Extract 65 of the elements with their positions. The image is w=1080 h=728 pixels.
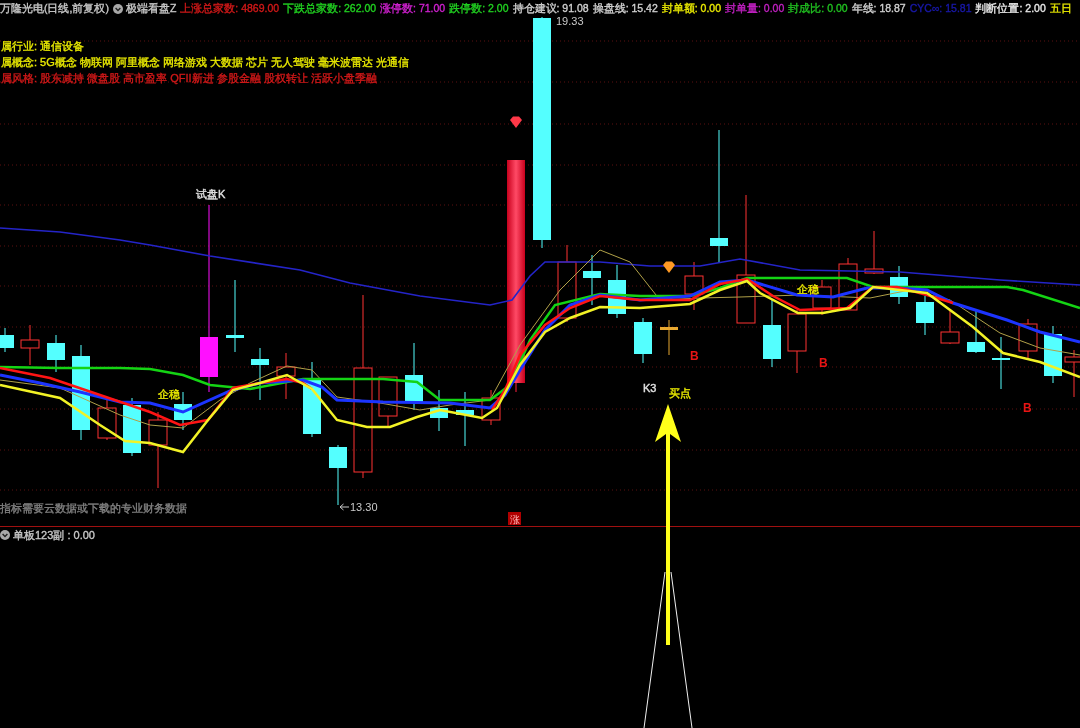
- candlestick: [378, 376, 398, 428]
- candlestick: [0, 327, 14, 353]
- candlestick: [940, 309, 960, 345]
- info-line: 属概念: 5G概念 物联网 阿里概念 网络游戏 大数据 芯片 无人驾驶 毫米波雷达 光通信: [1, 55, 410, 70]
- candlestick: [608, 264, 626, 319]
- candlestick: [1044, 325, 1062, 384]
- candlestick: [481, 389, 501, 426]
- candlestick: [967, 309, 985, 354]
- signal-letter: B: [690, 349, 699, 363]
- stat-reading: 下跌总家数: 262.00: [283, 3, 377, 14]
- candlestick: [276, 352, 296, 400]
- diamond-icon: [510, 116, 522, 128]
- info-line: 属风格: 股东减持 微盘股 高市盈率 QFII新进 参股金融 股权转让 活跃小盘季融: [1, 71, 377, 86]
- candlestick: [47, 334, 65, 373]
- candlestick: [456, 391, 474, 447]
- indicator-name: 极端看盘Z: [125, 3, 177, 14]
- candlestick: [1064, 349, 1080, 398]
- stat-reading: 五日: [1049, 3, 1072, 14]
- diamond-icon: [663, 261, 675, 273]
- chevron-down-icon[interactable]: [0, 530, 10, 540]
- candlestick: [992, 336, 1010, 390]
- chart-label: K3: [643, 382, 657, 394]
- price-label: 13.30: [350, 501, 378, 513]
- candlestick: [838, 257, 858, 311]
- stat-reading: 封单量: 0.00: [725, 3, 785, 14]
- indicator-reading: 单板123副 : 0.00: [13, 529, 95, 541]
- candlestick: [405, 342, 423, 411]
- chart-label: 企稳: [158, 388, 180, 400]
- candlestick: [1018, 318, 1038, 359]
- chart-label: 试盘K: [196, 188, 226, 200]
- left-arrow-icon: [339, 503, 350, 511]
- signal-letter: B: [819, 356, 828, 370]
- stat-reading: 操盘线: 15.42: [592, 3, 658, 14]
- data-notice: 指标需要云数据或下载的专业财务数据: [0, 501, 187, 515]
- stat-reading: 持仓建议: 91.08: [512, 3, 589, 14]
- candlestick: [251, 347, 269, 401]
- candlestick: [787, 309, 807, 374]
- candlestick: [684, 261, 704, 311]
- candlestick: [583, 254, 601, 306]
- stat-reading: CYC∞: 15.81: [909, 3, 972, 14]
- signal-letter: B: [1023, 401, 1032, 415]
- candlestick: [430, 389, 448, 432]
- chart-label: 买点: [669, 387, 691, 399]
- candlestick: [329, 444, 347, 506]
- candlestick: [634, 317, 652, 364]
- candlestick: [916, 295, 934, 336]
- stat-reading: 判断位置: 2.00: [975, 3, 1046, 14]
- stat-reading: 跌停数: 2.00: [449, 3, 509, 14]
- chevron-down-icon[interactable]: [112, 3, 123, 14]
- candlestick: [864, 230, 884, 275]
- stat-reading: 年线: 18.87: [851, 3, 906, 14]
- stock-title: 万隆光电(日线,前复权): [0, 3, 109, 14]
- info-line: 属行业: 通信设备: [1, 39, 85, 54]
- limit-up-tag: 涨: [508, 512, 521, 525]
- candlestick: [660, 319, 678, 356]
- stat-reading: 封成比: 0.00: [788, 3, 848, 14]
- chart-label: 企稳: [797, 283, 819, 295]
- candlestick: [763, 299, 781, 368]
- stat-reading: 封单额: 0.00: [661, 3, 722, 14]
- price-label: 19.33: [556, 17, 584, 27]
- stat-reading: 涨停数: 71.00: [380, 3, 446, 14]
- stat-reading: 上涨总家数: 4869.00: [180, 3, 280, 14]
- candlestick: [97, 399, 117, 441]
- candlestick: [20, 324, 40, 366]
- candlestick: [890, 265, 908, 305]
